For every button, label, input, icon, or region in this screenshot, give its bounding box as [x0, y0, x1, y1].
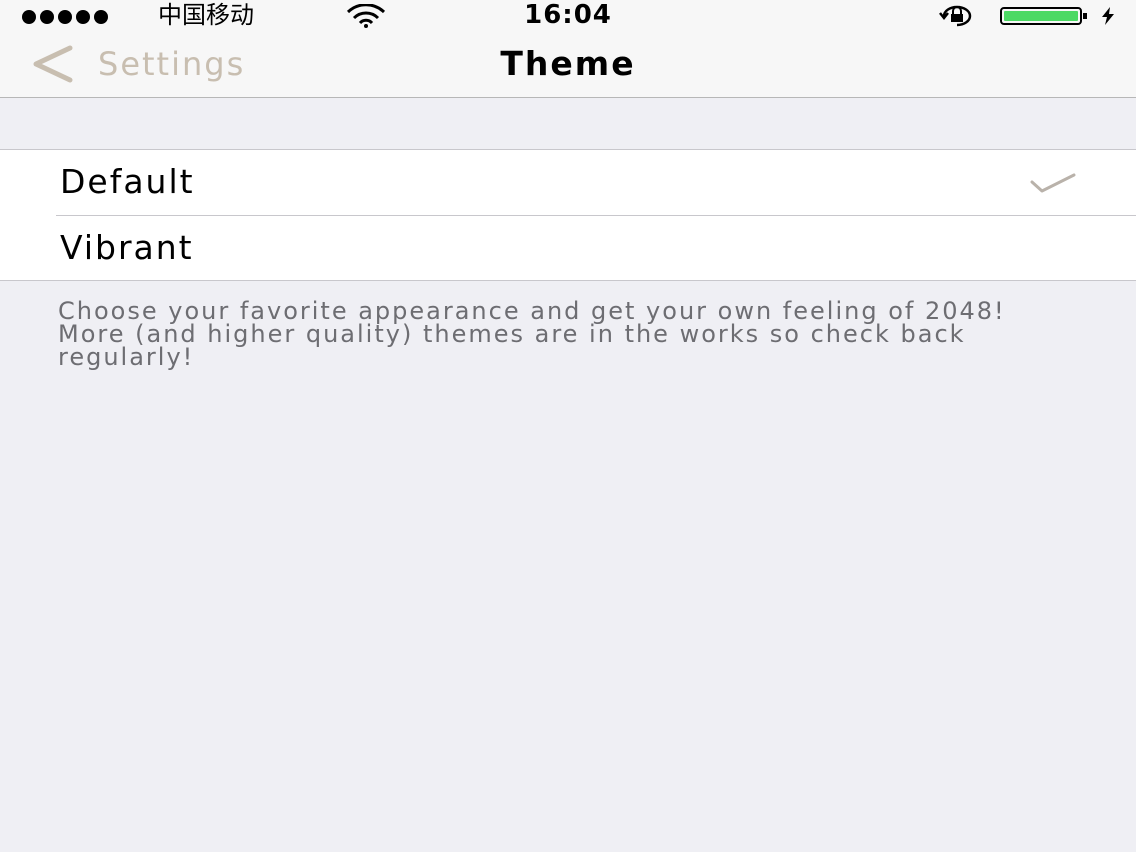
- theme-list: Default Vibrant: [0, 149, 1136, 281]
- battery-icon: [1000, 7, 1087, 25]
- rotation-lock-icon: [939, 5, 972, 27]
- theme-description: Choose your favorite appearance and get …: [58, 297, 1006, 371]
- checkmark-icon: [1030, 173, 1076, 193]
- battery-level-fill: [1004, 11, 1078, 21]
- charging-bolt-icon: [1102, 7, 1114, 25]
- page-title: Theme: [500, 44, 636, 83]
- status-bar: 中国移动 16:04: [0, 0, 1136, 30]
- theme-option-default[interactable]: Default: [0, 150, 1136, 216]
- theme-option-label: Default: [60, 162, 195, 201]
- theme-settings-screen: 中国移动 16:04 Settings Theme Default Vibran…: [0, 0, 1136, 852]
- navigation-bar: Settings Theme: [0, 30, 1136, 98]
- theme-option-vibrant[interactable]: Vibrant: [0, 216, 1136, 281]
- theme-option-label: Vibrant: [60, 228, 194, 267]
